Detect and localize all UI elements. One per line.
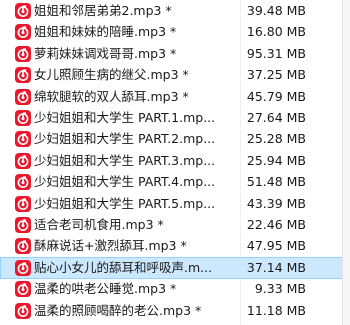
file-name: 贴心小女儿的舔耳和呼吸声.m... bbox=[34, 259, 213, 275]
file-row[interactable]: 女儿照顾生病的继父.mp3 * 37.25 MB bbox=[0, 64, 350, 86]
netease-music-icon bbox=[15, 281, 31, 298]
file-name: 温柔的哄老公睡觉.mp3 * bbox=[34, 281, 177, 297]
scrollbar-track[interactable] bbox=[342, 0, 350, 325]
file-name: 少妇姐姐和大学生 PART.5.mp... bbox=[34, 195, 216, 211]
file-row[interactable]: 绵软腿软的双人舔耳.mp3 * 45.79 MB bbox=[0, 86, 350, 108]
file-name: 少妇姐姐和大学生 PART.4.mp... bbox=[34, 174, 216, 190]
file-row[interactable]: 适合老司机食用.mp3 * 22.46 MB bbox=[0, 214, 350, 236]
file-row[interactable]: 温柔的哄老公睡觉.mp3 * 9.33 MB bbox=[0, 278, 350, 300]
file-size: 95.31 MB bbox=[246, 45, 306, 61]
file-size: 22.46 MB bbox=[246, 217, 306, 232]
file-name: 温柔的照顾喝醉的老公.mp3 * bbox=[34, 302, 202, 318]
netease-music-icon bbox=[15, 110, 31, 126]
file-name: 适合老司机食用.mp3 * bbox=[34, 217, 164, 232]
file-size: 37.25 MB bbox=[246, 67, 306, 83]
netease-music-icon bbox=[15, 88, 31, 105]
file-list: 姐姐和邻居弟弟2.mp3 * 39.48 MB 姐姐和妹妹的陪睡.mp3 * 16.8… bbox=[0, 0, 350, 325]
file-row[interactable]: 少妇姐姐和大学生 PART.3.mp... 25.94 MB bbox=[0, 150, 350, 172]
file-row[interactable]: 少妇姐姐和大学生 PART.5.mp... 43.39 MB bbox=[0, 193, 350, 215]
file-name: 少妇姐姐和大学生 PART.2.mp... bbox=[34, 131, 216, 147]
file-size: 51.48 MB bbox=[246, 174, 306, 190]
file-row[interactable]: 少妇姐姐和大学生 PART.2.mp... 25.28 MB bbox=[0, 128, 350, 150]
file-row[interactable]: 姐姐和邻居弟弟2.mp3 * 39.48 MB bbox=[0, 0, 350, 22]
file-row[interactable]: 姐姐和妹妹的陪睡.mp3 * 16.80 MB bbox=[0, 21, 350, 43]
file-size: 47.95 MB bbox=[246, 238, 306, 254]
file-size: 16.80 MB bbox=[246, 24, 306, 40]
file-name: 酥麻说话+激烈舔耳.mp3 * bbox=[34, 238, 187, 254]
file-size: 27.64 MB bbox=[246, 110, 306, 125]
file-row[interactable]: 萝莉妹妹调戏哥哥.mp3 * 95.31 MB bbox=[0, 43, 350, 65]
file-name: 女儿照顾生病的继父.mp3 * bbox=[34, 67, 189, 83]
netease-music-icon bbox=[15, 302, 31, 319]
file-size: 45.79 MB bbox=[246, 88, 306, 104]
file-size: 9.33 MB bbox=[254, 281, 306, 297]
file-size: 25.28 MB bbox=[246, 131, 306, 147]
file-name: 少妇姐姐和大学生 PART.3.mp... bbox=[34, 152, 216, 168]
netease-music-icon bbox=[15, 67, 31, 84]
netease-music-icon bbox=[15, 24, 31, 41]
file-size: 39.48 MB bbox=[246, 3, 306, 18]
file-row[interactable]: 少妇姐姐和大学生 PART.4.mp... 51.48 MB bbox=[0, 171, 350, 193]
file-row[interactable]: 少妇姐姐和大学生 PART.1.mp... 27.64 MB bbox=[0, 107, 350, 129]
netease-music-icon bbox=[15, 45, 31, 62]
netease-music-icon bbox=[15, 195, 31, 212]
netease-music-icon bbox=[15, 174, 31, 191]
file-name: 绵软腿软的双人舔耳.mp3 * bbox=[34, 88, 189, 104]
file-name: 萝莉妹妹调戏哥哥.mp3 * bbox=[34, 45, 177, 61]
file-row[interactable]: 温柔的照顾喝醉的老公.mp3 * 11.18 MB bbox=[0, 300, 350, 322]
netease-music-icon bbox=[15, 131, 31, 148]
file-row[interactable]: 酥麻说话+激烈舔耳.mp3 * 47.95 MB bbox=[0, 235, 350, 257]
netease-music-icon bbox=[15, 259, 31, 276]
file-name: 姐姐和妹妹的陪睡.mp3 * bbox=[34, 24, 177, 40]
file-size: 43.39 MB bbox=[246, 195, 306, 211]
file-size: 37.14 MB bbox=[246, 259, 306, 275]
file-size: 11.18 MB bbox=[246, 302, 306, 318]
file-row[interactable]: 贴心小女儿的舔耳和呼吸声.m... 37.14 MB bbox=[0, 256, 350, 279]
netease-music-icon bbox=[15, 3, 31, 19]
file-name: 姐姐和邻居弟弟2.mp3 * bbox=[34, 3, 172, 18]
netease-music-icon bbox=[15, 152, 31, 169]
netease-music-icon bbox=[15, 217, 31, 233]
netease-music-icon bbox=[15, 238, 31, 255]
file-name: 少妇姐姐和大学生 PART.1.mp... bbox=[34, 110, 216, 125]
file-size: 25.94 MB bbox=[246, 152, 306, 168]
